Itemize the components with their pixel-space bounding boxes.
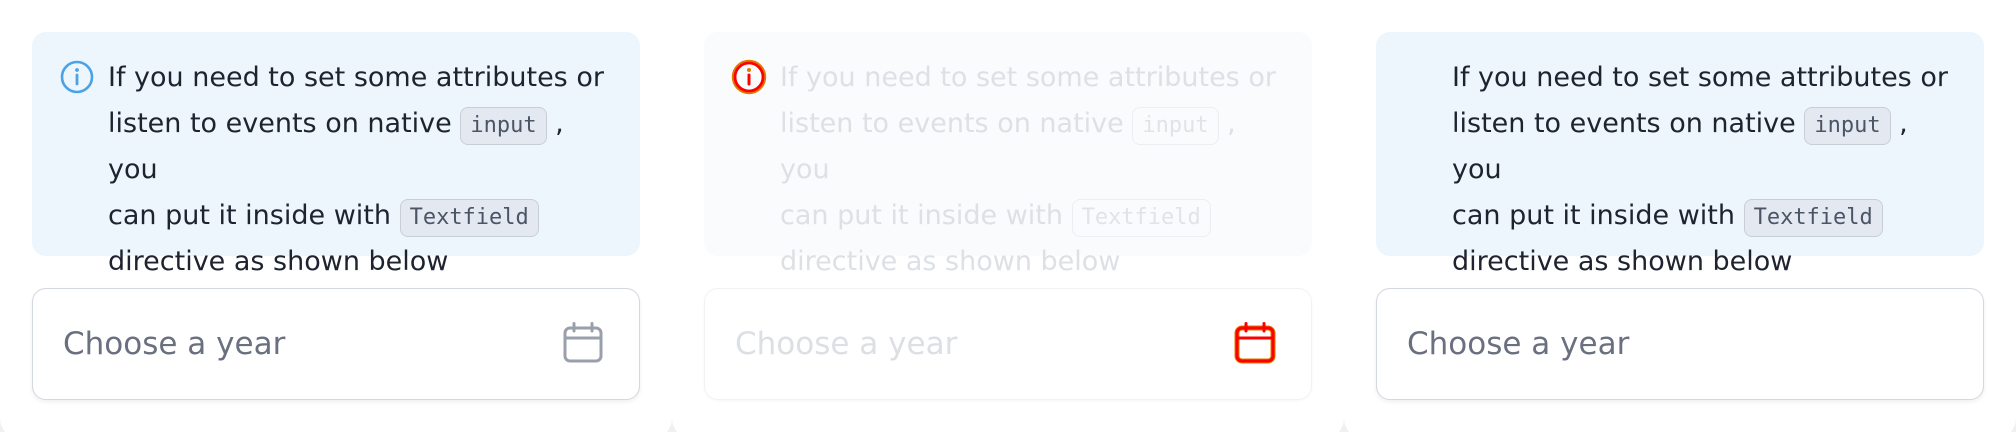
calendar-icon[interactable] — [1233, 321, 1277, 365]
info-circle-icon — [731, 59, 767, 95]
code-input: input — [1804, 107, 1891, 145]
code-textfield: Textfield — [1743, 199, 1883, 237]
year-input[interactable] — [1407, 289, 1877, 398]
callout-line: can put it inside with — [1452, 200, 1735, 231]
callout-line: directive as shown below — [108, 246, 449, 277]
variant-panel-no-icons: If you need to set some attributes or li… — [1344, 0, 2016, 432]
year-textfield[interactable] — [1376, 288, 1984, 400]
info-circle-icon — [60, 60, 94, 94]
variant-panel-highlighted: If you need to set some attributes or li… — [672, 0, 1344, 432]
variant-row: If you need to set some attributes or li… — [0, 0, 2016, 432]
variant-panel-default: If you need to set some attributes or li… — [0, 0, 672, 432]
calendar-icon[interactable] — [561, 321, 605, 365]
callout-line: listen to events on native — [108, 108, 452, 139]
year-input[interactable] — [63, 289, 533, 398]
code-textfield: Textfield — [399, 199, 539, 237]
callout-text: If you need to set some attributes or li… — [1452, 55, 1962, 285]
callout-line: If you need to set some attributes or — [780, 62, 1276, 93]
year-input[interactable] — [735, 289, 1205, 398]
callout-line: If you need to set some attributes or — [108, 62, 604, 93]
callout-text: If you need to set some attributes or li… — [108, 55, 618, 285]
code-input: input — [1132, 107, 1219, 145]
info-callout: If you need to set some attributes or li… — [32, 32, 640, 277]
code-input: input — [460, 107, 547, 145]
code-textfield: Textfield — [1071, 199, 1211, 237]
year-textfield[interactable] — [32, 288, 640, 400]
year-textfield[interactable] — [704, 288, 1312, 400]
callout-line: directive as shown below — [780, 246, 1121, 277]
info-callout: If you need to set some attributes or li… — [1376, 32, 1984, 277]
callout-line: can put it inside with — [108, 200, 391, 231]
callout-line: If you need to set some attributes or — [1452, 62, 1948, 93]
callout-line: listen to events on native — [1452, 108, 1796, 139]
info-callout: If you need to set some attributes or li… — [704, 32, 1312, 277]
callout-line: listen to events on native — [780, 108, 1124, 139]
callout-line: can put it inside with — [780, 200, 1063, 231]
callout-line: directive as shown below — [1452, 246, 1793, 277]
callout-text: If you need to set some attributes or li… — [780, 55, 1290, 285]
